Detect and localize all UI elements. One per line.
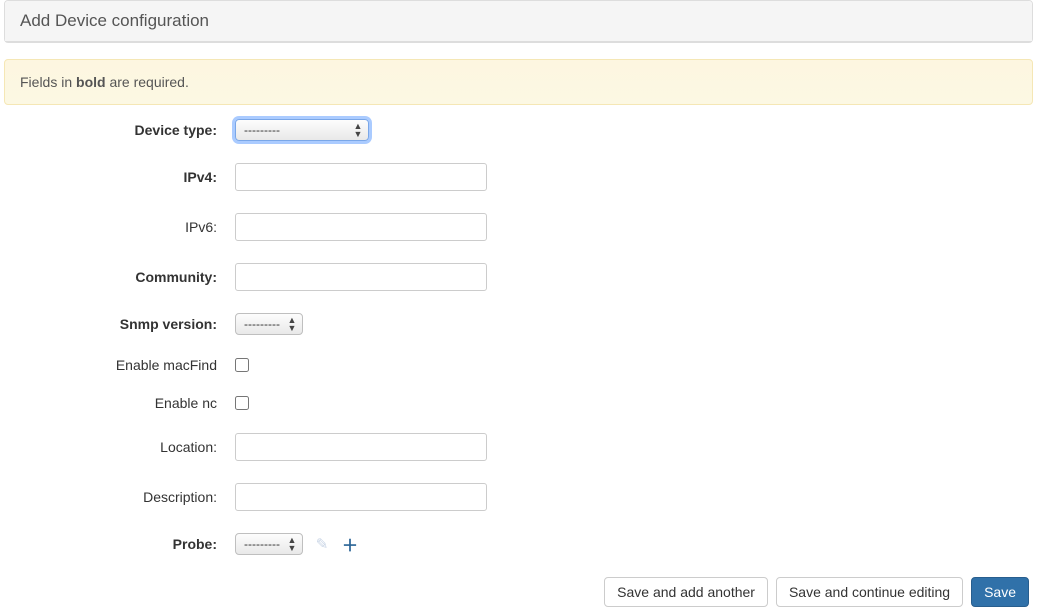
- alert-bold: bold: [76, 74, 106, 90]
- device-type-selected: ---------: [244, 123, 280, 137]
- page-panel: Add Device configuration: [4, 0, 1033, 43]
- save-add-another-button[interactable]: Save and add another: [604, 577, 768, 607]
- label-device-type: Device type:: [0, 122, 235, 138]
- location-input[interactable]: [235, 433, 487, 461]
- save-continue-button[interactable]: Save and continue editing: [776, 577, 963, 607]
- row-community: Community:: [0, 263, 1037, 291]
- chevron-updown-icon: ▲▼: [286, 536, 298, 552]
- label-community: Community:: [0, 269, 235, 285]
- required-fields-alert: Fields in bold are required.: [4, 59, 1033, 105]
- enable-nc-checkbox[interactable]: [235, 396, 249, 410]
- label-description: Description:: [0, 489, 235, 505]
- label-ipv6: IPv6:: [0, 219, 235, 235]
- row-snmp-version: Snmp version: --------- ▲▼: [0, 313, 1037, 335]
- device-config-form: Device type: --------- ▲▼ IPv4: IPv6: Co…: [0, 105, 1037, 555]
- probe-selected: ---------: [244, 537, 280, 551]
- snmp-version-selected: ---------: [244, 317, 280, 331]
- device-type-select[interactable]: --------- ▲▼: [235, 119, 369, 141]
- ipv4-input[interactable]: [235, 163, 487, 191]
- row-probe: Probe: --------- ▲▼ ✎ ＋: [0, 533, 1037, 555]
- alert-prefix: Fields in: [20, 74, 76, 90]
- community-input[interactable]: [235, 263, 487, 291]
- row-ipv4: IPv4:: [0, 163, 1037, 191]
- label-probe: Probe:: [0, 536, 235, 552]
- description-input[interactable]: [235, 483, 487, 511]
- enable-macfind-checkbox[interactable]: [235, 358, 249, 372]
- label-enable-macfind: Enable macFind: [0, 357, 235, 373]
- label-ipv4: IPv4:: [0, 169, 235, 185]
- form-actions: Save and add another Save and continue e…: [0, 577, 1037, 615]
- label-location: Location:: [0, 439, 235, 455]
- save-button[interactable]: Save: [971, 577, 1029, 607]
- row-device-type: Device type: --------- ▲▼: [0, 119, 1037, 141]
- chevron-updown-icon: ▲▼: [352, 122, 364, 138]
- alert-suffix: are required.: [106, 74, 189, 90]
- row-enable-nc: Enable nc: [0, 395, 1037, 411]
- probe-select[interactable]: --------- ▲▼: [235, 533, 303, 555]
- label-enable-nc: Enable nc: [0, 395, 235, 411]
- row-ipv6: IPv6:: [0, 213, 1037, 241]
- chevron-updown-icon: ▲▼: [286, 316, 298, 332]
- ipv6-input[interactable]: [235, 213, 487, 241]
- page-title: Add Device configuration: [5, 1, 1032, 42]
- label-snmp-version: Snmp version:: [0, 316, 235, 332]
- plus-icon[interactable]: ＋: [341, 535, 359, 553]
- row-description: Description:: [0, 483, 1037, 511]
- row-enable-macfind: Enable macFind: [0, 357, 1037, 373]
- snmp-version-select[interactable]: --------- ▲▼: [235, 313, 303, 335]
- edit-icon[interactable]: ✎: [313, 535, 331, 553]
- row-location: Location:: [0, 433, 1037, 461]
